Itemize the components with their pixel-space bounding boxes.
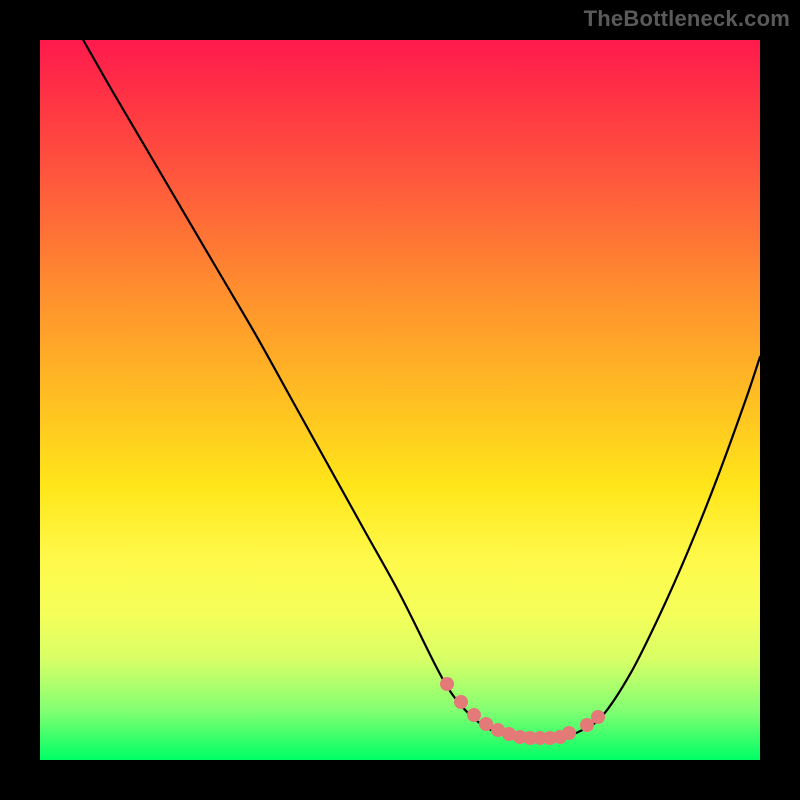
highlight-dot — [591, 710, 605, 724]
chart-frame: TheBottleneck.com — [0, 0, 800, 800]
highlight-markers — [40, 40, 760, 760]
highlight-dot — [454, 695, 468, 709]
plot-area — [40, 40, 760, 760]
highlight-dot — [440, 677, 454, 691]
watermark-text: TheBottleneck.com — [584, 6, 790, 32]
highlight-dot — [562, 726, 576, 740]
